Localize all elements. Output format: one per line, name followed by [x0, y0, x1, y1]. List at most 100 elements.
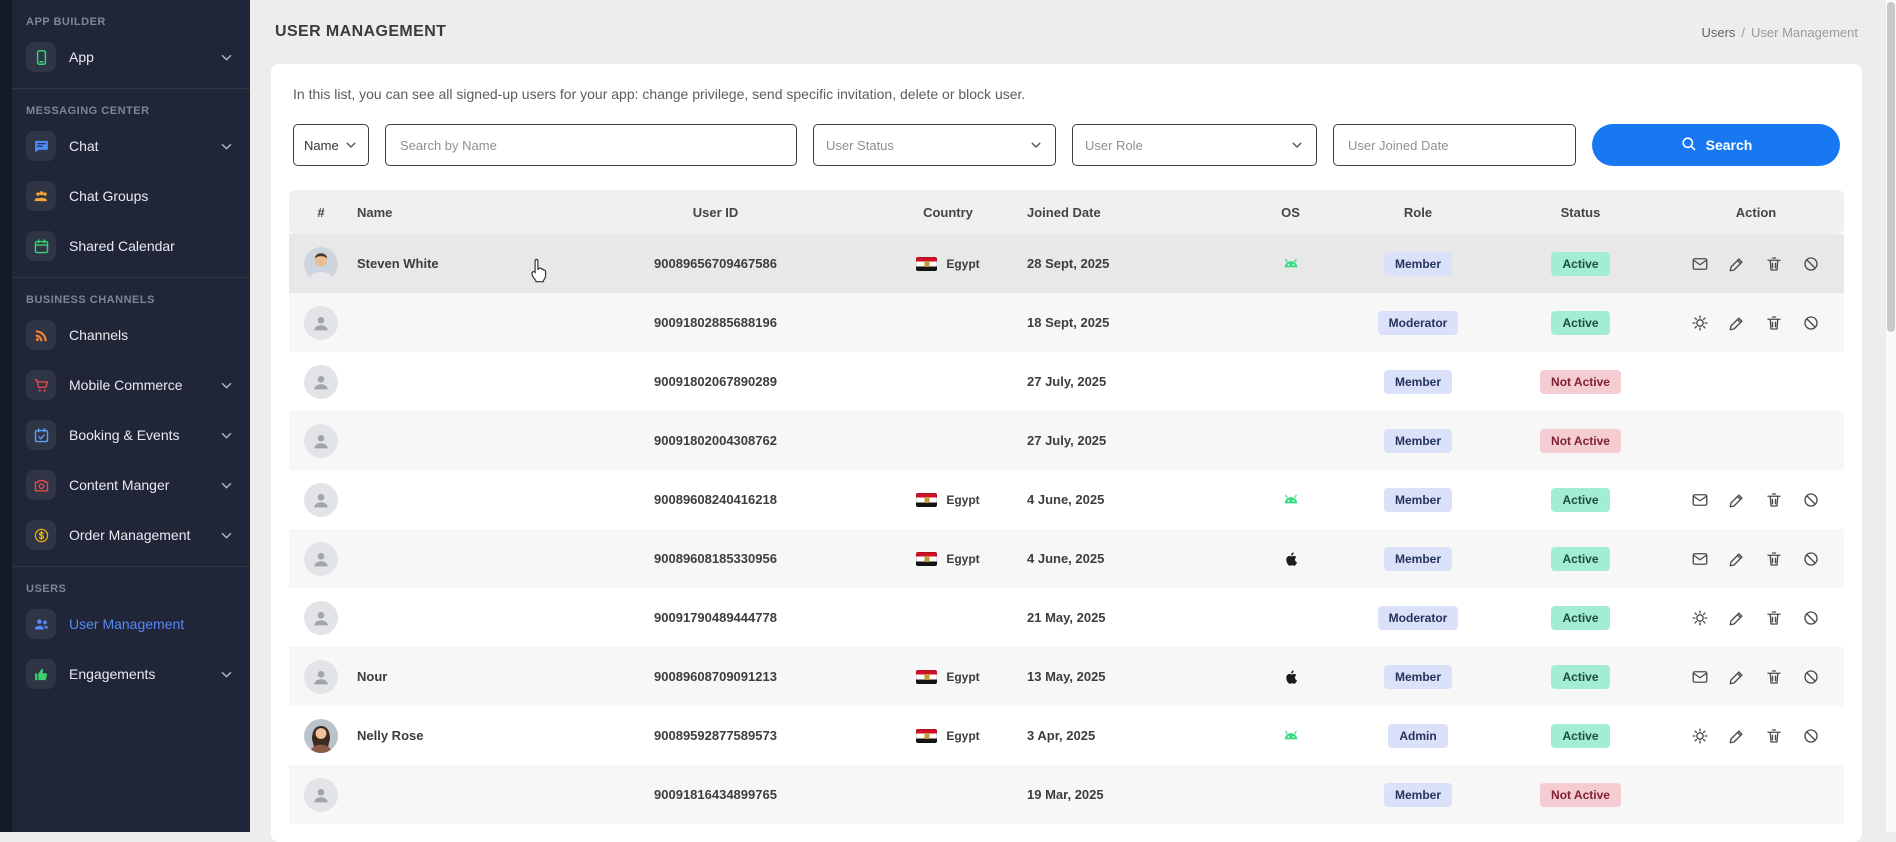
delete-action-button[interactable]	[1765, 726, 1785, 746]
edit-action-button[interactable]	[1728, 726, 1748, 746]
role-badge: Member	[1384, 665, 1452, 689]
status-badge: Active	[1551, 547, 1609, 571]
edit-icon	[1728, 255, 1748, 273]
avatar-cell	[289, 778, 353, 812]
breadcrumb-current: User Management	[1751, 25, 1858, 40]
section-label-business-channels: BUSINESS CHANNELS	[20, 284, 240, 310]
users-icon	[26, 609, 56, 639]
edit-action-button[interactable]	[1728, 313, 1748, 333]
sidebar-item-content-manager[interactable]: Content Manger	[20, 460, 240, 510]
edit-action-button[interactable]	[1728, 667, 1748, 687]
sidebar-item-mobile-commerce[interactable]: Mobile Commerce	[20, 360, 240, 410]
table-row[interactable]: 90089608185330956Egypt4 June, 2025Member…	[289, 529, 1844, 588]
status-cell: Active	[1493, 252, 1668, 276]
table-row[interactable]: 9009180200430876227 July, 2025MemberNot …	[289, 411, 1844, 470]
user-id: 90091790489444778	[558, 610, 873, 625]
delete-action-button[interactable]	[1765, 667, 1785, 687]
mail-action-button[interactable]	[1691, 549, 1711, 569]
breadcrumb-users-link[interactable]: Users	[1701, 25, 1735, 40]
search-by-name-input[interactable]	[385, 124, 797, 166]
user-role-select[interactable]: User Role	[1072, 124, 1317, 166]
settings-action-button[interactable]	[1691, 313, 1711, 333]
nav-label: Engagements	[69, 666, 206, 682]
status-cell: Active	[1493, 665, 1668, 689]
edit-action-button[interactable]	[1728, 549, 1748, 569]
sidebar-item-order-management[interactable]: Order Management	[20, 510, 240, 560]
chevron-down-icon	[219, 139, 234, 154]
chevron-down-icon	[219, 378, 234, 393]
joined-date: 28 Sept, 2025	[1023, 256, 1238, 271]
delete-action-button[interactable]	[1765, 549, 1785, 569]
col-header-action: Action	[1668, 205, 1844, 220]
block-action-button[interactable]	[1802, 490, 1822, 510]
sidebar-item-user-management[interactable]: User Management	[20, 599, 240, 649]
actions-cell	[1668, 608, 1844, 628]
delete-action-button[interactable]	[1765, 313, 1785, 333]
page-scrollbar[interactable]	[1886, 0, 1896, 832]
settings-action-button[interactable]	[1691, 726, 1711, 746]
edit-action-button[interactable]	[1728, 254, 1748, 274]
search-button[interactable]: Search	[1592, 124, 1840, 166]
table-row[interactable]: 9009180288568819618 Sept, 2025ModeratorA…	[289, 293, 1844, 352]
user-avatar-photo	[304, 719, 338, 753]
block-action-button[interactable]	[1802, 313, 1822, 333]
settings-action-button[interactable]	[1691, 608, 1711, 628]
egypt-flag-icon	[916, 552, 937, 566]
smartphone-icon	[26, 42, 56, 72]
delete-icon	[1765, 668, 1785, 686]
role-badge: Member	[1384, 429, 1452, 453]
block-action-button[interactable]	[1802, 726, 1822, 746]
sidebar-item-app[interactable]: App	[20, 32, 240, 82]
block-action-button[interactable]	[1802, 549, 1822, 569]
table-row[interactable]: 9009179048944477821 May, 2025ModeratorAc…	[289, 588, 1844, 647]
sidebar-item-channels[interactable]: Channels	[20, 310, 240, 360]
sidebar-item-chat[interactable]: Chat	[20, 121, 240, 171]
delete-action-button[interactable]	[1765, 490, 1785, 510]
sidebar-item-booking-events[interactable]: Booking & Events	[20, 410, 240, 460]
user-status-select[interactable]: User Status	[813, 124, 1056, 166]
name-field-select[interactable]: Name	[293, 124, 369, 166]
mail-icon	[1691, 255, 1711, 273]
role-cell: Member	[1343, 488, 1493, 512]
user-id: 90089608240416218	[558, 492, 873, 507]
user-id: 90089608709091213	[558, 669, 873, 684]
user-joined-date-input[interactable]	[1333, 124, 1576, 166]
mail-action-button[interactable]	[1691, 490, 1711, 510]
block-action-button[interactable]	[1802, 667, 1822, 687]
table-row[interactable]: 9009181643489976519 Mar, 2025MemberNot A…	[289, 765, 1844, 824]
search-button-label: Search	[1706, 137, 1753, 153]
col-header-joined: Joined Date	[1023, 205, 1238, 220]
users-table: # Name User ID Country Joined Date OS Ro…	[289, 190, 1844, 824]
delete-action-button[interactable]	[1765, 608, 1785, 628]
sidebar-item-engagements[interactable]: Engagements	[20, 649, 240, 699]
avatar-cell	[289, 365, 353, 399]
actions-cell	[1668, 254, 1844, 274]
block-icon	[1802, 550, 1822, 568]
delete-action-button[interactable]	[1765, 254, 1785, 274]
table-row[interactable]: Steven White90089656709467586Egypt28 Sep…	[289, 234, 1844, 293]
block-action-button[interactable]	[1802, 254, 1822, 274]
table-row[interactable]: 9009180206789028927 July, 2025MemberNot …	[289, 352, 1844, 411]
rss-icon	[26, 320, 56, 350]
mail-action-button[interactable]	[1691, 667, 1711, 687]
table-row[interactable]: 90089608240416218Egypt4 June, 2025Member…	[289, 470, 1844, 529]
sidebar-item-shared-calendar[interactable]: Shared Calendar	[20, 221, 240, 271]
user-avatar-placeholder	[304, 365, 338, 399]
android-icon	[1281, 254, 1301, 274]
chat-icon	[26, 131, 56, 161]
avatar-cell	[289, 247, 353, 281]
edit-action-button[interactable]	[1728, 608, 1748, 628]
status-cell: Active	[1493, 311, 1668, 335]
actions-cell	[1668, 549, 1844, 569]
block-icon	[1802, 727, 1822, 745]
scrollbar-thumb[interactable]	[1887, 2, 1895, 332]
egypt-flag-icon	[916, 729, 937, 743]
edit-action-button[interactable]	[1728, 490, 1748, 510]
user-os	[1238, 254, 1343, 274]
mail-action-button[interactable]	[1691, 254, 1711, 274]
table-row[interactable]: Nelly Rose90089592877589573Egypt3 Apr, 2…	[289, 706, 1844, 765]
block-action-button[interactable]	[1802, 608, 1822, 628]
sidebar-item-chat-groups[interactable]: Chat Groups	[20, 171, 240, 221]
table-row[interactable]: Nour90089608709091213Egypt13 May, 2025Me…	[289, 647, 1844, 706]
user-avatar-placeholder	[304, 483, 338, 517]
